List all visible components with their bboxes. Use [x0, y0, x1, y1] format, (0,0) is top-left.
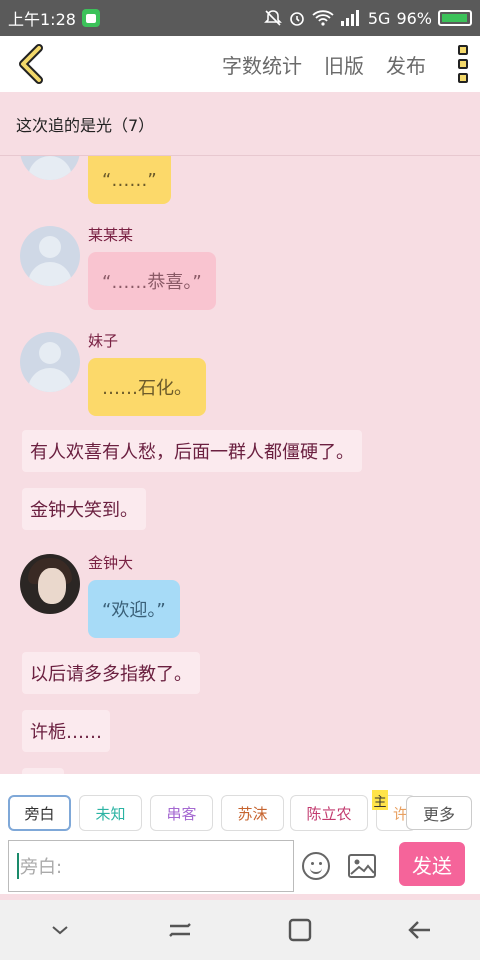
- role-chip[interactable]: 旁白: [8, 795, 71, 831]
- emoji-icon[interactable]: [302, 852, 330, 880]
- avatar[interactable]: [20, 332, 80, 392]
- avatar[interactable]: [20, 156, 80, 180]
- back-button[interactable]: [12, 44, 52, 84]
- hide-nav-button[interactable]: [40, 910, 80, 950]
- signal-icon: [340, 10, 359, 26]
- old-version-button[interactable]: 旧版: [324, 50, 364, 79]
- message-bubble[interactable]: “欢迎。”: [88, 580, 180, 638]
- composer-panel: 旁白 未知 串客 苏沫 陈立农 许 主 更多 旁白: 发送: [0, 774, 480, 894]
- status-bar: 上午1:28 5G 96%: [0, 0, 480, 36]
- avatar-photo[interactable]: [20, 554, 80, 614]
- chevron-down-icon: [52, 926, 68, 935]
- message-bubble[interactable]: “……”: [88, 156, 171, 204]
- overflow-menu-icon[interactable]: [458, 45, 468, 83]
- image-icon[interactable]: [348, 854, 376, 878]
- network-type: 5G: [367, 8, 391, 28]
- narration-line[interactable]: 许栀……: [22, 710, 110, 752]
- mute-icon: [263, 10, 282, 26]
- narration-line[interactable]: 以后请多多指教了。: [22, 652, 200, 694]
- alarm-icon: [290, 12, 304, 26]
- home-button[interactable]: [280, 910, 320, 950]
- role-chip[interactable]: 未知: [79, 795, 142, 831]
- narration-line[interactable]: 金钟大笑到。: [22, 488, 146, 530]
- clock: 上午1:28: [8, 10, 76, 29]
- system-navigation-bar: [0, 900, 480, 960]
- back-arrow-icon: [408, 921, 430, 939]
- chat-area[interactable]: “……” 某某某 “……恭喜。” 妹子 ……石化。 有人欢喜有人愁，后面一群人都…: [0, 156, 480, 774]
- chapter-title-text: 这次追的是光（7）: [16, 115, 155, 135]
- recents-icon: [169, 923, 191, 937]
- speaker-name: 金钟大: [88, 554, 134, 572]
- word-count-button[interactable]: 字数统计: [222, 50, 302, 79]
- speaker-name: 妹子: [88, 332, 119, 350]
- more-roles-button[interactable]: 更多: [406, 796, 472, 830]
- speaker-name: 某某某: [88, 226, 134, 244]
- message-bubble[interactable]: “……恭喜。”: [88, 252, 216, 310]
- app-notification-icon: [81, 9, 100, 27]
- battery-icon: [438, 10, 472, 26]
- battery-percent: 96%: [396, 8, 432, 28]
- chevron-left-icon: [19, 44, 43, 84]
- role-chip[interactable]: 串客: [150, 795, 213, 831]
- role-selector: 旁白 未知 串客 苏沫 陈立农 许 主 更多: [0, 790, 480, 832]
- wifi-icon: [312, 10, 334, 26]
- publish-button[interactable]: 发布: [386, 50, 426, 79]
- message-input[interactable]: 旁白:: [8, 840, 294, 892]
- role-chip[interactable]: 陈立农: [290, 795, 368, 831]
- home-icon: [288, 918, 312, 942]
- recent-apps-button[interactable]: [160, 910, 200, 950]
- input-placeholder: 旁白:: [20, 857, 63, 878]
- editor-toolbar: 字数统计 旧版 发布: [0, 36, 480, 92]
- narration-line[interactable]: 有人欢喜有人愁，后面一群人都僵硬了。: [22, 430, 362, 472]
- chapter-title: 这次追的是光（7）: [0, 92, 480, 156]
- send-button[interactable]: 发送: [399, 842, 465, 886]
- avatar[interactable]: [20, 226, 80, 286]
- message-bubble[interactable]: ……石化。: [88, 358, 206, 416]
- main-role-tag: 主: [372, 790, 388, 810]
- back-nav-button[interactable]: [400, 910, 440, 950]
- role-chip[interactable]: 苏沫: [221, 795, 284, 831]
- text-caret: [17, 853, 19, 879]
